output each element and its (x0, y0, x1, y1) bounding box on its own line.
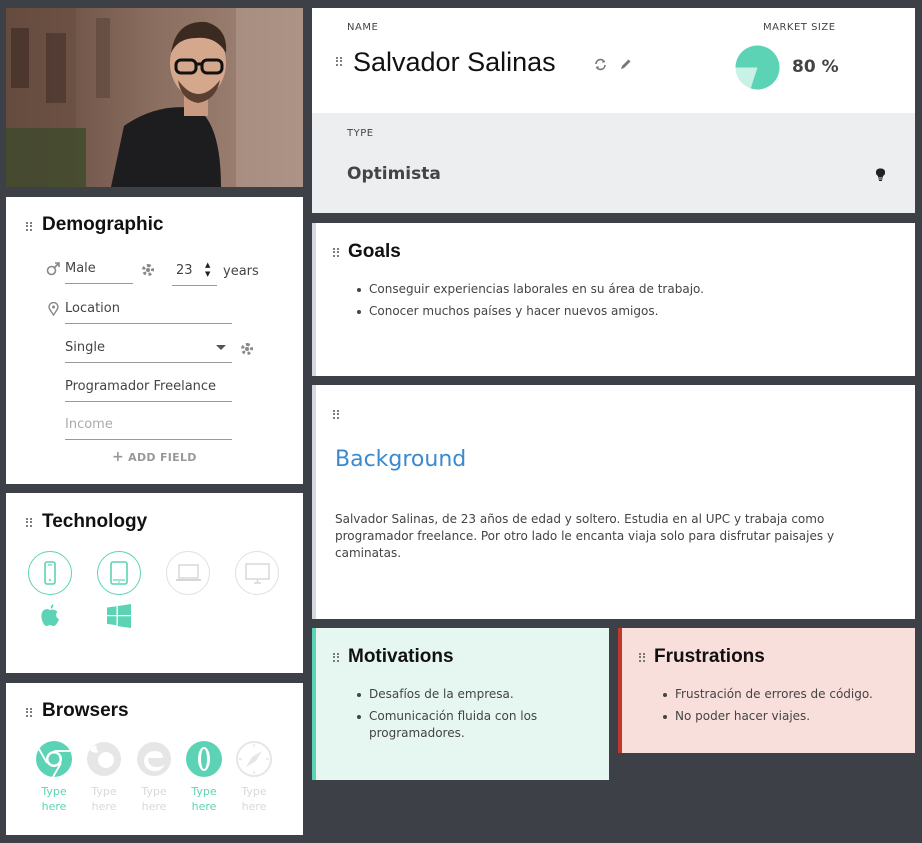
market-size-caption: MARKET SIZE (763, 22, 836, 33)
motivations-title: Motivations (348, 646, 454, 667)
browser-label[interactable]: Type here (136, 784, 172, 814)
frustrations-accent-bar (618, 628, 622, 753)
browser-label[interactable]: Type here (186, 784, 222, 814)
motivations-accent-bar (312, 628, 316, 780)
goals-card: Goals Conseguir experiencias laborales e… (312, 223, 915, 376)
drag-handle-icon[interactable] (26, 222, 32, 231)
drag-handle-icon[interactable] (333, 410, 339, 419)
gender-field[interactable]: Male (65, 261, 133, 284)
background-text[interactable]: Salvador Salinas, de 23 años de edad y s… (335, 511, 900, 562)
lightbulb-icon[interactable] (876, 168, 885, 181)
market-size-value: 80 % (792, 57, 839, 77)
drag-handle-icon[interactable] (333, 248, 339, 257)
occupation-field[interactable]: Programador Freelance (65, 379, 232, 402)
laptop-icon (176, 564, 201, 581)
drag-handle-icon[interactable] (26, 708, 32, 717)
browser-label[interactable]: Type here (36, 784, 72, 814)
browsers-card: Browsers Type here Type here Type here T… (6, 683, 303, 835)
phone-icon (44, 561, 56, 585)
goals-list[interactable]: Conseguir experiencias laborales en su á… (355, 281, 895, 325)
frustrations-title: Frustrations (654, 646, 765, 667)
drag-handle-icon[interactable] (639, 653, 645, 662)
income-field[interactable]: Income (65, 417, 232, 440)
list-item: No poder hacer viajes. (661, 708, 901, 725)
motivations-list[interactable]: Desafíos de la empresa. Comunicación flu… (355, 686, 585, 747)
market-size-pie (735, 45, 780, 90)
motivations-card: Motivations Desafíos de la empresa. Comu… (312, 628, 609, 780)
male-icon (46, 262, 60, 276)
add-field-button[interactable]: + ADD FIELD (112, 449, 197, 465)
apple-icon[interactable] (40, 603, 60, 627)
type-caption: TYPE (347, 128, 374, 139)
plus-icon: + (112, 449, 125, 465)
gender-settings-icon[interactable] (142, 264, 154, 276)
age-stepper-up-icon[interactable]: ▲ (205, 261, 210, 269)
list-item: Conseguir experiencias laborales en su á… (355, 281, 895, 298)
technology-card: Technology (6, 493, 303, 673)
opera-icon[interactable] (185, 740, 223, 778)
chrome-icon[interactable] (35, 740, 73, 778)
browser-label[interactable]: Type here (86, 784, 122, 814)
drag-handle-icon[interactable] (26, 518, 32, 527)
persona-photo-image (6, 8, 303, 187)
location-field[interactable]: Location (65, 301, 232, 324)
frustrations-list[interactable]: Frustración de errores de código. No pod… (661, 686, 901, 730)
drag-handle-icon[interactable] (333, 653, 339, 662)
demographic-title: Demographic (42, 214, 164, 235)
goals-title: Goals (348, 241, 401, 262)
firefox-icon[interactable] (85, 740, 123, 778)
technology-title: Technology (42, 511, 148, 532)
demographic-card: Demographic Male 23 ▲ ▼ years Location S… (6, 197, 303, 484)
location-pin-icon (48, 302, 59, 316)
refresh-icon[interactable] (594, 58, 607, 71)
list-item: Comunicación fluida con los programadore… (355, 708, 585, 742)
drag-handle-icon[interactable] (336, 57, 342, 66)
background-accent-bar (312, 385, 316, 619)
browser-label[interactable]: Type here (236, 784, 272, 814)
chevron-down-icon (216, 345, 226, 350)
persona-header: NAME Salvador Salinas MARKET SIZE 80 % (312, 8, 915, 113)
safari-icon[interactable] (235, 740, 273, 778)
tablet-icon (110, 561, 128, 585)
desktop-icon (245, 563, 270, 584)
list-item: Conocer muchos países y hacer nuevos ami… (355, 303, 895, 320)
frustrations-card: Frustrations Frustración de errores de c… (618, 628, 915, 753)
list-item: Desafíos de la empresa. (355, 686, 585, 703)
browsers-title: Browsers (42, 700, 129, 721)
persona-type-panel: TYPE Optimista (312, 113, 915, 213)
add-field-label: ADD FIELD (128, 451, 197, 464)
phone-device-toggle[interactable] (28, 551, 72, 595)
background-title[interactable]: Background (335, 447, 466, 472)
status-value: Single (65, 340, 105, 355)
edit-pencil-icon[interactable] (620, 58, 632, 70)
laptop-device-toggle[interactable] (166, 551, 210, 595)
goals-accent-bar (312, 223, 316, 376)
list-item: Frustración de errores de código. (661, 686, 901, 703)
windows-icon[interactable] (107, 604, 131, 628)
persona-type[interactable]: Optimista (347, 164, 441, 184)
age-value: 23 (176, 263, 193, 278)
age-stepper-down-icon[interactable]: ▼ (205, 270, 210, 278)
status-settings-icon[interactable] (241, 343, 253, 355)
age-field[interactable]: 23 ▲ ▼ (172, 261, 217, 286)
name-caption: NAME (347, 22, 379, 33)
status-select[interactable]: Single (65, 340, 232, 363)
age-unit-label: years (223, 264, 259, 279)
background-card: Background Salvador Salinas, de 23 años … (312, 385, 915, 619)
persona-photo[interactable] (6, 8, 303, 187)
desktop-device-toggle[interactable] (235, 551, 279, 595)
tablet-device-toggle[interactable] (97, 551, 141, 595)
persona-name[interactable]: Salvador Salinas (353, 47, 556, 78)
edge-icon[interactable] (135, 740, 173, 778)
